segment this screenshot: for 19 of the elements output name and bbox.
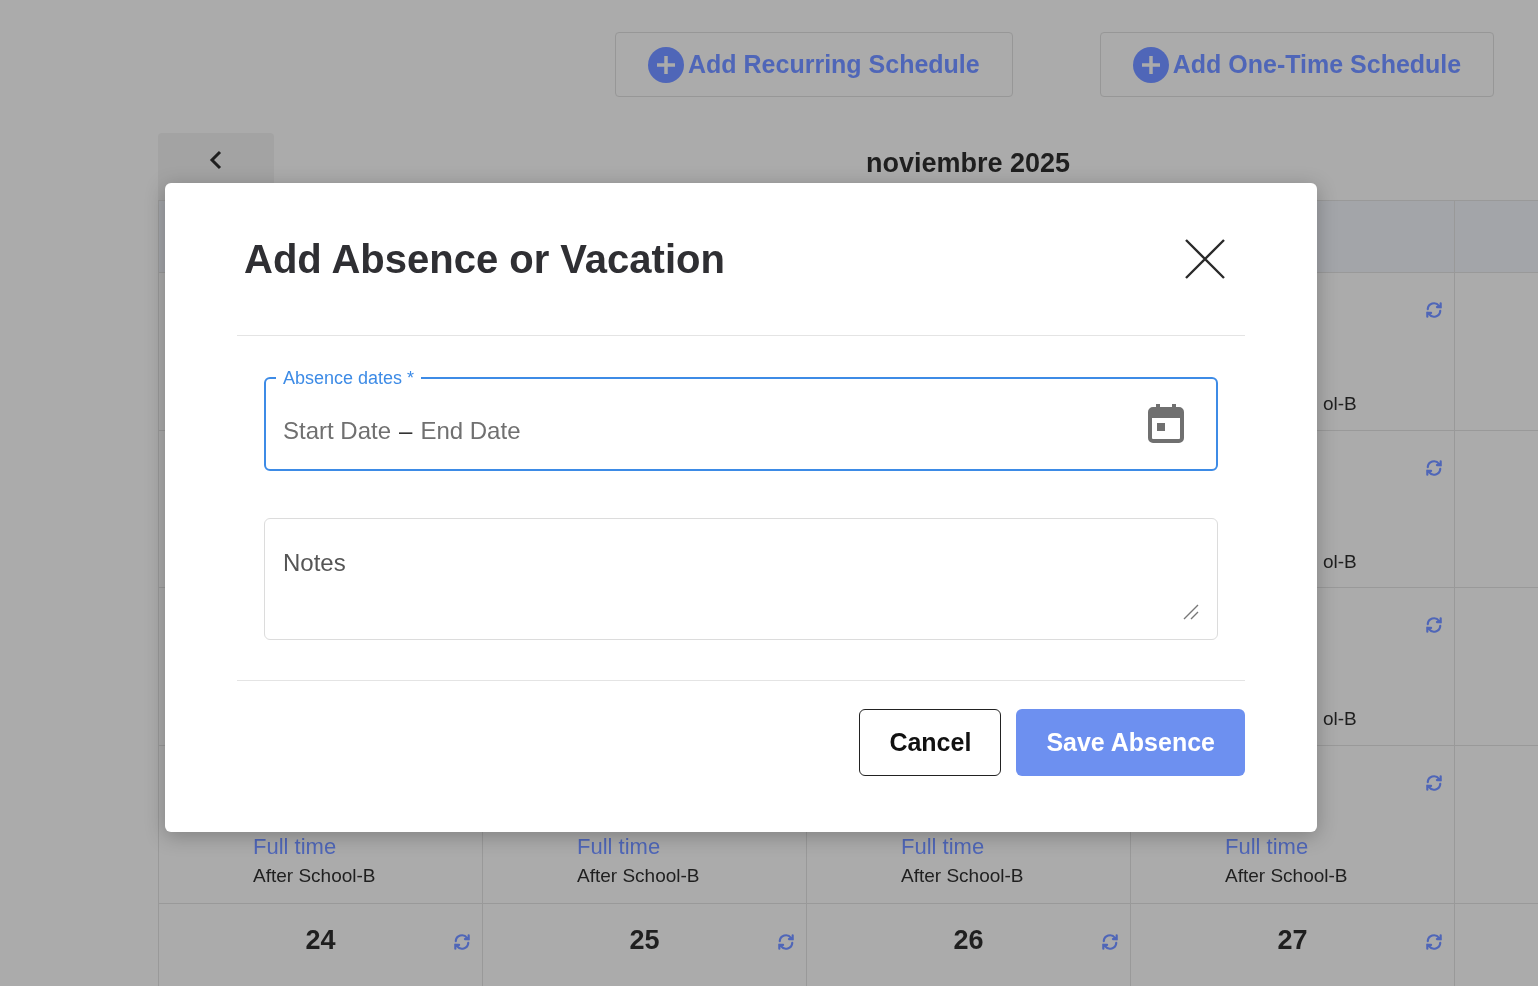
day-number: 24: [305, 924, 336, 957]
schedule-location: After School-B: [901, 866, 1024, 885]
schedule-location: ol-B: [1323, 552, 1357, 571]
day-number: 25: [629, 924, 660, 957]
schedule-type: Full time: [253, 836, 337, 858]
schedule-location: After School-B: [577, 866, 700, 885]
day-number: 26: [953, 924, 984, 957]
schedule-type: Full time: [577, 836, 661, 858]
schedule-location: ol-B: [1323, 394, 1357, 413]
day-number: 27: [1277, 924, 1308, 957]
schedule-location: ol-B: [1323, 709, 1357, 728]
schedule-type: Full time: [901, 836, 985, 858]
schedule-location: After School-B: [253, 866, 376, 885]
dialog-title: Add Absence or Vacation: [244, 236, 725, 283]
month-title: noviembre 2025: [864, 147, 1072, 180]
schedule-location: After School-B: [1225, 866, 1348, 885]
field-label: Absence dates *: [282, 368, 416, 388]
schedule-type: Full time: [1225, 836, 1309, 858]
range-separator: –: [399, 415, 413, 446]
